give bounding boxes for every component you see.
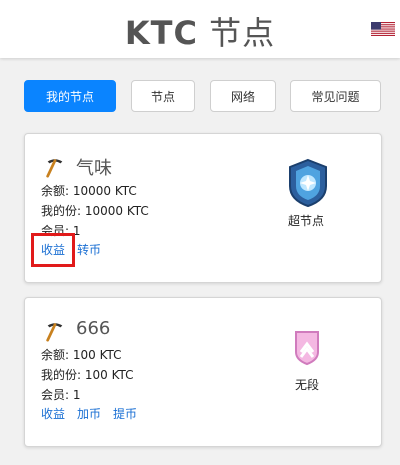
tab-nodes[interactable]: 节点 bbox=[131, 80, 195, 112]
super-node-badge-icon bbox=[289, 158, 327, 208]
node-balance: 余额: 100 KTC bbox=[41, 348, 122, 362]
title-cn: 节点 bbox=[209, 14, 276, 52]
us-flag-icon[interactable] bbox=[371, 22, 395, 36]
node-my-share: 我的份: 10000 KTC bbox=[41, 204, 149, 218]
add-coin-link[interactable]: 加币 bbox=[77, 405, 101, 422]
node-my-share: 我的份: 100 KTC bbox=[41, 368, 134, 382]
node-name: 气味 bbox=[76, 158, 112, 179]
app-header: KTC 节点 bbox=[0, 0, 400, 58]
tab-faq[interactable]: 常见问题 bbox=[290, 80, 381, 112]
page-title: KTC 节点 bbox=[0, 8, 400, 54]
earnings-link[interactable]: 收益 bbox=[41, 405, 65, 422]
node-members: 会员: 1 bbox=[41, 388, 81, 402]
withdraw-coin-link[interactable]: 提币 bbox=[113, 405, 137, 422]
node-name: 666 bbox=[76, 318, 111, 339]
pickaxe-icon bbox=[46, 323, 63, 342]
tab-my-nodes[interactable]: 我的节点 bbox=[24, 80, 116, 112]
highlight-box bbox=[31, 233, 75, 267]
node-card: 666 余额: 100 KTC 我的份: 100 KTC 会员: 1 收益 加币… bbox=[24, 297, 382, 447]
transfer-link[interactable]: 转币 bbox=[77, 241, 101, 258]
rank-label: 超节点 bbox=[288, 214, 325, 228]
title-latin: KTC bbox=[124, 14, 198, 52]
pickaxe-icon bbox=[46, 159, 63, 178]
node-card: 气味 余额: 10000 KTC 我的份: 10000 KTC 会员: 1 收益… bbox=[24, 133, 382, 283]
tab-network[interactable]: 网络 bbox=[210, 80, 276, 112]
unranked-badge-icon bbox=[295, 331, 319, 366]
rank-label: 无段 bbox=[295, 378, 320, 392]
node-balance: 余额: 10000 KTC bbox=[41, 184, 137, 198]
